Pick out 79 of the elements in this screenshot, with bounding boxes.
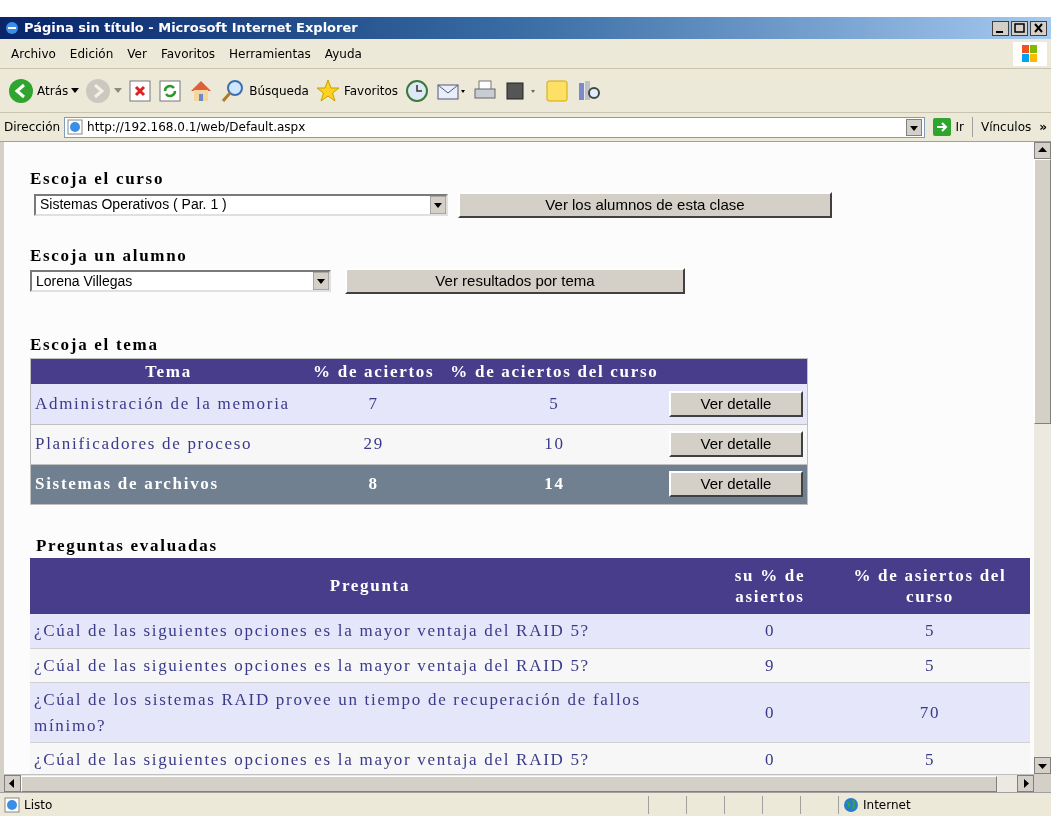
topic-row[interactable]: Planificadores de proceso 29 10 Ver detalle — [30, 424, 808, 464]
menu-item[interactable]: Edición — [62, 44, 121, 63]
table-cell: 5 — [924, 655, 936, 675]
star-icon[interactable] — [314, 77, 341, 104]
scrollbar-corner — [1034, 774, 1051, 792]
section-heading: Preguntas evaluadas — [35, 534, 218, 557]
menu-item[interactable]: Herramientas — [222, 44, 318, 63]
table-cell: 0 — [764, 750, 776, 769]
table-cell: Planificadores de proceso — [35, 434, 253, 454]
menu-item[interactable]: Favoritos — [153, 44, 223, 63]
section-heading: Escoja un alumno — [30, 244, 188, 267]
menu-item[interactable]: Ayuda — [317, 44, 369, 63]
table-cell: 9 — [764, 655, 776, 675]
scroll-down-icon[interactable] — [1034, 757, 1051, 774]
column-header: su % de asiertos — [734, 565, 806, 606]
table-cell: 0 — [764, 621, 776, 640]
view-detail-button[interactable]: Ver detalle — [669, 431, 803, 457]
toolbar-label[interactable]: Favoritos — [343, 81, 399, 100]
scroll-left-icon[interactable] — [4, 775, 21, 792]
column-header: % de aciertos del curso — [441, 358, 668, 384]
menu-item[interactable]: Ver — [120, 44, 154, 63]
table-cell: 14 — [544, 474, 565, 494]
student-select[interactable]: Lorena Villegas — [30, 270, 331, 292]
table-cell: 10 — [544, 434, 565, 454]
window-title: Página sin título - Microsoft Internet Explorer — [24, 19, 359, 38]
table-cell: Sistemas de archivos — [35, 474, 219, 494]
table-cell: 70 — [919, 702, 941, 722]
table-cell: Administración de la memoria — [35, 394, 290, 413]
view-detail-button[interactable]: Ver detalle — [669, 390, 803, 417]
toolbar-label[interactable]: Búsqueda — [249, 81, 309, 100]
course-select[interactable]: Sistemas Operativos ( Par. 1 ) — [34, 193, 448, 216]
vertical-scrollbar[interactable] — [1034, 142, 1051, 792]
column-header: Tema — [30, 358, 307, 384]
section-heading: Escoja el tema — [30, 334, 159, 356]
maximize-icon[interactable] — [1011, 20, 1028, 36]
dropdown-arrow-icon[interactable] — [430, 195, 446, 214]
table-cell: ¿Cúal de las siguientes opciones es la mayor ventaja del RAID 5? — [34, 655, 590, 675]
go-button[interactable]: Ir — [929, 118, 968, 136]
table-cell: 7 — [368, 394, 379, 413]
view-detail-button[interactable]: Ver detalle — [669, 471, 803, 497]
stop-icon[interactable] — [128, 78, 153, 103]
menu-item[interactable]: Archivo — [4, 44, 63, 63]
status-text: Listo — [24, 796, 54, 814]
scroll-up-icon[interactable] — [1034, 142, 1051, 159]
refresh-icon[interactable] — [158, 78, 183, 103]
section-heading: Escoja el curso — [30, 168, 165, 190]
table-cell: ¿Cúal de las siguientes opciones es la mayor ventaja del RAID 5? — [34, 750, 590, 769]
table-cell: 8 — [368, 474, 379, 494]
globe-icon — [843, 796, 859, 813]
view-students-button[interactable]: Ver los alumnos de esta clase — [458, 191, 832, 218]
table-cell: ¿Cúal de las siguientes opciones es la mayor ventaja del RAID 5? — [34, 621, 590, 640]
table-cell: 5 — [924, 750, 936, 769]
address-field[interactable]: http://192.168.0.1/web/Default.aspx — [64, 116, 926, 138]
windows-flag-icon — [1013, 41, 1047, 66]
column-header: Pregunta — [329, 576, 411, 596]
column-header: % de asiertos del curso — [853, 565, 1007, 606]
table-cell: 0 — [764, 702, 776, 722]
page-e-icon — [4, 796, 20, 813]
view-results-button[interactable]: Ver resultados por tema — [345, 268, 685, 294]
arrow-right-icon — [933, 118, 952, 136]
topic-row[interactable]: Administración de la memoria 7 5 Ver detalle — [30, 384, 808, 424]
zone-text: Internet — [863, 796, 911, 814]
table-cell: ¿Cúal de los sistemas RAID provee un tiempo de recuperación de fallos mínimo? — [34, 690, 641, 735]
links-label[interactable]: Vínculos — [976, 118, 1036, 136]
scroll-right-icon[interactable] — [1017, 775, 1034, 792]
column-header: % de aciertos — [306, 358, 442, 384]
table-cell: 5 — [924, 621, 936, 640]
dropdown-arrow-icon[interactable] — [313, 272, 329, 290]
minimize-icon[interactable] — [992, 20, 1009, 36]
scroll-thumb[interactable] — [1034, 159, 1051, 424]
table-cell: 5 — [549, 394, 560, 413]
page-e-icon — [67, 119, 84, 135]
caret-icon[interactable] — [71, 87, 80, 94]
chevron-text[interactable]: » — [1039, 118, 1047, 136]
close-icon[interactable] — [1030, 20, 1047, 36]
table-cell: 29 — [363, 434, 384, 454]
browser-e-icon — [4, 20, 20, 36]
toolbar-label[interactable]: Atrás — [37, 81, 69, 100]
address-label: Dirección — [4, 119, 61, 136]
